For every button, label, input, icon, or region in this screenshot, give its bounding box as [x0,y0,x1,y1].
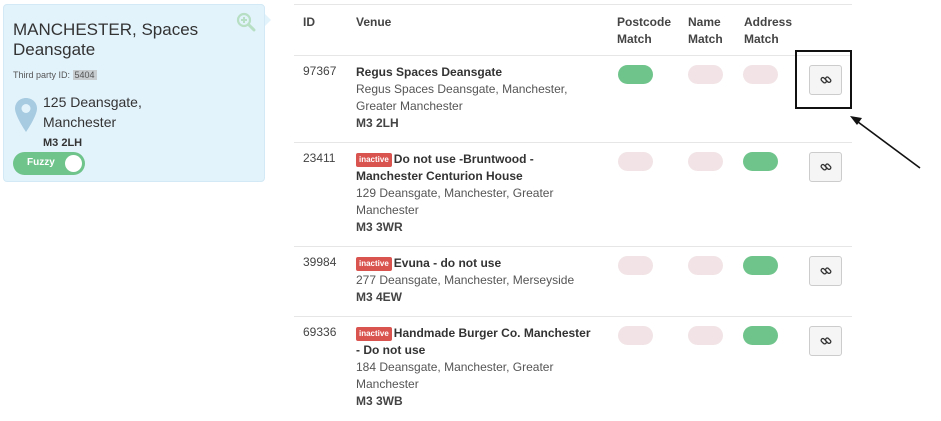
postcode-match-indicator [618,65,653,84]
fuzzy-toggle-label: Fuzzy [27,157,55,168]
venue-postcode: M3 3WB [356,394,403,408]
venue-name-line-2: - Do not use [356,343,426,357]
address-match-indicator [743,65,778,84]
venue-name: inactive Do not use -Bruntwood - [356,151,606,168]
link-venue-button[interactable] [809,256,842,286]
name-match-indicator [688,256,723,275]
venue-name: inactive Handmade Burger Co. Manchester [356,325,606,342]
venue-cell: inactive Do not use -Bruntwood - Manchest… [356,151,606,236]
venue-name-line-1: Do not use -Bruntwood - [393,152,534,166]
venue-card: MANCHESTER, Spaces Deansgate Third party… [3,4,265,182]
row-id: 97367 [303,64,337,78]
venue-address-line-1: Regus Spaces Deansgate, Manchester, [356,82,568,96]
venue-cell: Regus Spaces Deansgate Regus Spaces Dean… [356,64,606,132]
header-address-match: Address Match [744,14,792,48]
third-party-label: Third party ID: [13,70,71,80]
link-venue-button[interactable] [809,152,842,182]
table-row: 23411 inactive Do not use -Bruntwood - Ma… [294,143,852,247]
venue-postcode: M3 3WR [356,220,403,234]
inactive-badge: inactive [356,153,392,167]
inactive-badge: inactive [356,257,392,271]
venue-name-line-1: Handmade Burger Co. Manchester [393,326,591,340]
header-venue: Venue [356,15,392,29]
zoom-in-icon[interactable] [236,12,256,32]
annotation-arrow-icon [850,116,921,169]
name-match-indicator [688,65,723,84]
address-match-indicator [743,152,778,171]
table-row: 39984 inactive Evuna - do not use 277 Dea… [294,247,852,317]
address-line-1: 125 Deansgate, [43,94,142,110]
venue-postcode: M3 4EW [356,290,403,304]
venue-cell: inactive Evuna - do not use 277 Deansgate… [356,255,606,306]
header-address-match-line2: Match [744,32,779,46]
row-id: 69336 [303,325,337,339]
header-postcode-match-line2: Match [617,32,652,46]
name-match-indicator [688,152,723,171]
link-icon [820,163,832,171]
link-icon [820,267,832,275]
name-match-indicator [688,326,723,345]
row-id: 39984 [303,255,337,269]
venue-name-line-1: Evuna - do not use [393,256,502,270]
venue-address-line-1: 184 Deansgate, Manchester, Greater [356,360,554,374]
venue-address-line-2: Greater Manchester [356,99,463,113]
link-venue-button[interactable] [809,326,842,356]
map-pin-icon [15,98,37,132]
venue-address-line-1: 277 Deansgate, Manchester, Merseyside [356,273,575,287]
venue-postcode: M3 2LH [356,116,399,130]
venue-name: Regus Spaces Deansgate [356,65,503,79]
table-header: ID Venue Postcode Match Name Match Addre… [294,4,852,56]
header-name-match-line1: Name [688,15,721,29]
third-party-id: Third party ID: 5404 [13,70,97,80]
card-pointer [265,14,271,26]
address-match-indicator [743,326,778,345]
annotation-highlight-box [795,50,852,109]
header-name-match: Name Match [688,14,723,48]
third-party-id-value: 5404 [72,70,97,80]
toggle-knob [65,155,82,172]
venue-name: inactive Evuna - do not use [356,255,606,272]
header-postcode-match-line1: Postcode [617,15,672,29]
table-row: 69336 inactive Handmade Burger Co. Manche… [294,317,852,419]
venue-name-line-2: Manchester Centurion House [356,169,523,183]
row-id: 23411 [303,151,336,165]
venue-title: MANCHESTER, Spaces Deansgate [13,20,199,59]
postcode-match-indicator [618,256,653,275]
inactive-badge: inactive [356,327,392,341]
link-icon [820,337,832,345]
address-postcode: M3 2LH [43,137,83,149]
address-line-2: Manchester [43,114,117,130]
header-id: ID [303,15,315,29]
venue-match-table: ID Venue Postcode Match Name Match Addre… [294,4,852,419]
header-name-match-line2: Match [688,32,723,46]
header-address-match-line1: Address [744,15,793,29]
header-postcode-match: Postcode Match [617,14,671,48]
venue-address-line-2: Manchester [356,203,419,217]
venue-address-line-2: Manchester [356,377,419,391]
postcode-match-indicator [618,152,653,171]
venue-cell: inactive Handmade Burger Co. Manchester -… [356,325,606,410]
fuzzy-toggle[interactable]: Fuzzy [13,152,85,175]
table-row: 97367 Regus Spaces Deansgate Regus Space… [294,56,852,143]
venue-address-line-1: 129 Deansgate, Manchester, Greater [356,186,554,200]
address-match-indicator [743,256,778,275]
postcode-match-indicator [618,326,653,345]
